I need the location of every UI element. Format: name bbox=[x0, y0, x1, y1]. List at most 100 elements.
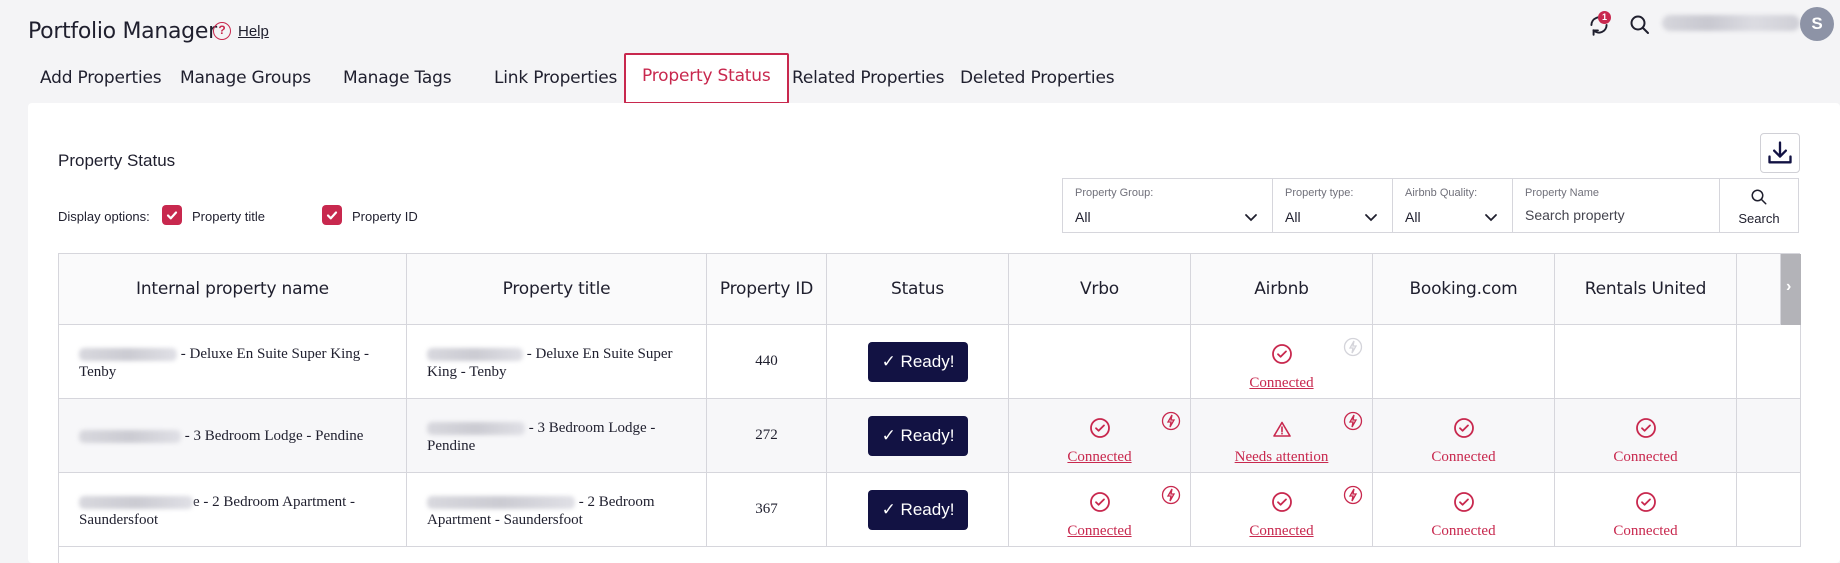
property-title-text: - Deluxe En Suite Super bbox=[526, 346, 673, 362]
vrbo-connected-link[interactable]: Connected bbox=[1009, 449, 1190, 466]
column-header[interactable]: Vrbo bbox=[1009, 254, 1191, 325]
download-button[interactable] bbox=[1760, 133, 1800, 173]
property-name-label: Property Name bbox=[1525, 187, 1599, 199]
internal-name-text: e - 2 Bedroom Apartment - bbox=[193, 494, 356, 510]
chevron-down-icon bbox=[1365, 214, 1377, 222]
cell-vrbo: Connected bbox=[1009, 473, 1191, 547]
user-name-redacted bbox=[1662, 15, 1800, 31]
cell-property-title: - 2 Bedroom Apartment - Saundersfoot bbox=[407, 473, 707, 547]
bolt-icon[interactable] bbox=[1343, 485, 1363, 505]
check-icon bbox=[166, 211, 178, 220]
cell-property-title: - Deluxe En Suite Super King - Tenby bbox=[407, 325, 707, 399]
cell-rentals-united bbox=[1555, 325, 1737, 399]
cell-status: ✓ Ready! bbox=[827, 473, 1009, 547]
airbnb-quality-select[interactable]: Airbnb Quality: All bbox=[1393, 179, 1513, 232]
tab-manage-tags[interactable]: Manage Tags bbox=[343, 60, 452, 104]
internal-name-text: - Deluxe En Suite Super King - bbox=[180, 346, 370, 362]
tab-link-properties[interactable]: Link Properties bbox=[494, 60, 617, 104]
chevron-right-icon: › bbox=[1786, 278, 1792, 295]
redacted-text bbox=[427, 348, 523, 362]
section-title: Property Status bbox=[58, 151, 176, 170]
property-title-text: Apartment - Saundersfoot bbox=[427, 512, 583, 528]
airbnb-quality-value: All bbox=[1405, 209, 1421, 225]
property-status-table: Internal property name Property title Pr… bbox=[58, 253, 1801, 563]
tab-add-properties[interactable]: Add Properties bbox=[40, 60, 162, 104]
search-icon[interactable] bbox=[1628, 13, 1652, 37]
property-group-select[interactable]: Property Group: All bbox=[1063, 179, 1273, 232]
bolt-icon[interactable] bbox=[1343, 411, 1363, 431]
chevron-down-icon bbox=[1245, 214, 1257, 222]
property-title-text: - 2 Bedroom bbox=[578, 494, 655, 510]
vrbo-connected-link[interactable]: Connected bbox=[1009, 523, 1190, 540]
cell-status: ✓ Ready! bbox=[827, 325, 1009, 399]
search-button[interactable]: Search bbox=[1720, 179, 1798, 232]
property-type-select[interactable]: Property type: All bbox=[1273, 179, 1393, 232]
tab-property-status[interactable]: Property Status bbox=[624, 53, 789, 104]
tab-deleted-properties[interactable]: Deleted Properties bbox=[960, 60, 1115, 104]
property-title-text: King - Tenby bbox=[427, 364, 507, 380]
bolt-icon[interactable] bbox=[1343, 337, 1363, 357]
redacted-text bbox=[427, 422, 525, 436]
cell-property-id: 367 bbox=[707, 473, 827, 547]
airbnb-quality-label: Airbnb Quality: bbox=[1405, 187, 1478, 199]
column-header[interactable]: Booking.com bbox=[1373, 254, 1555, 325]
chevron-down-icon bbox=[1485, 214, 1497, 222]
cell-airbnb: Needs attention bbox=[1191, 399, 1373, 473]
bolt-icon[interactable] bbox=[1161, 411, 1181, 431]
notification-badge: 1 bbox=[1598, 11, 1611, 24]
cell-rentals-united: Connected bbox=[1555, 473, 1737, 547]
airbnb-needs-attention-link[interactable]: Needs attention bbox=[1191, 449, 1372, 466]
ready-status-button[interactable]: ✓ Ready! bbox=[868, 490, 968, 530]
column-header[interactable]: Property ID bbox=[707, 254, 827, 325]
check-icon bbox=[326, 211, 338, 220]
redacted-text bbox=[79, 430, 181, 444]
ready-status-button[interactable]: ✓ Ready! bbox=[868, 416, 968, 456]
help-circle-icon[interactable]: ? bbox=[213, 22, 231, 40]
redacted-text bbox=[79, 348, 177, 362]
internal-name-text: Tenby bbox=[79, 364, 117, 380]
scroll-right-button[interactable]: › bbox=[1781, 254, 1801, 325]
column-header[interactable]: Rentals United bbox=[1555, 254, 1737, 325]
airbnb-connected-link[interactable]: Connected bbox=[1191, 375, 1372, 392]
display-options-label: Display options: bbox=[58, 209, 150, 224]
ready-status-button[interactable]: ✓ Ready! bbox=[868, 342, 968, 382]
search-button-label: Search bbox=[1738, 211, 1780, 226]
property-id-checkbox[interactable] bbox=[322, 205, 342, 225]
column-header[interactable]: Airbnb bbox=[1191, 254, 1373, 325]
property-title-text: Pendine bbox=[427, 438, 476, 454]
bolt-icon[interactable] bbox=[1161, 485, 1181, 505]
property-id-checkbox-label: Property ID bbox=[352, 209, 418, 224]
property-id-text: 367 bbox=[755, 501, 778, 517]
cell-booking: Connected bbox=[1373, 473, 1555, 547]
check-circle-icon bbox=[1090, 492, 1110, 512]
column-header[interactable]: Internal property name bbox=[59, 254, 407, 325]
main-panel: Property Status Display options: Propert… bbox=[28, 103, 1840, 563]
property-name-input[interactable] bbox=[1525, 207, 1705, 223]
airbnb-connected-link[interactable]: Connected bbox=[1191, 523, 1372, 540]
cell-vrbo bbox=[1009, 325, 1191, 399]
help-link[interactable]: Help bbox=[238, 23, 269, 40]
check-circle-icon bbox=[1636, 418, 1656, 438]
column-header[interactable]: Status bbox=[827, 254, 1009, 325]
redacted-text bbox=[79, 496, 193, 510]
column-header[interactable]: Property title bbox=[407, 254, 707, 325]
internal-name-text: Saundersfoot bbox=[79, 512, 159, 528]
booking-connected-text: Connected bbox=[1431, 523, 1496, 539]
property-group-value: All bbox=[1075, 209, 1091, 225]
check-circle-icon bbox=[1454, 492, 1474, 512]
app-title: Portfolio Manager bbox=[28, 19, 217, 44]
property-title-text: - 3 Bedroom Lodge - bbox=[528, 420, 656, 436]
tab-manage-groups[interactable]: Manage Groups bbox=[180, 60, 311, 104]
property-title-checkbox[interactable] bbox=[162, 205, 182, 225]
cell-property-id: 440 bbox=[707, 325, 827, 399]
check-circle-icon bbox=[1454, 418, 1474, 438]
download-icon bbox=[1768, 141, 1792, 164]
tab-related-properties[interactable]: Related Properties bbox=[792, 60, 944, 104]
property-title-checkbox-label: Property title bbox=[192, 209, 265, 224]
cell-extra bbox=[1737, 325, 1801, 399]
cell-extra bbox=[1737, 473, 1801, 547]
rentals-connected-text: Connected bbox=[1613, 523, 1678, 539]
rentals-connected-text: Connected bbox=[1613, 449, 1678, 465]
avatar[interactable]: S bbox=[1800, 7, 1834, 41]
internal-name-text: - 3 Bedroom Lodge - Pendine bbox=[184, 428, 364, 444]
